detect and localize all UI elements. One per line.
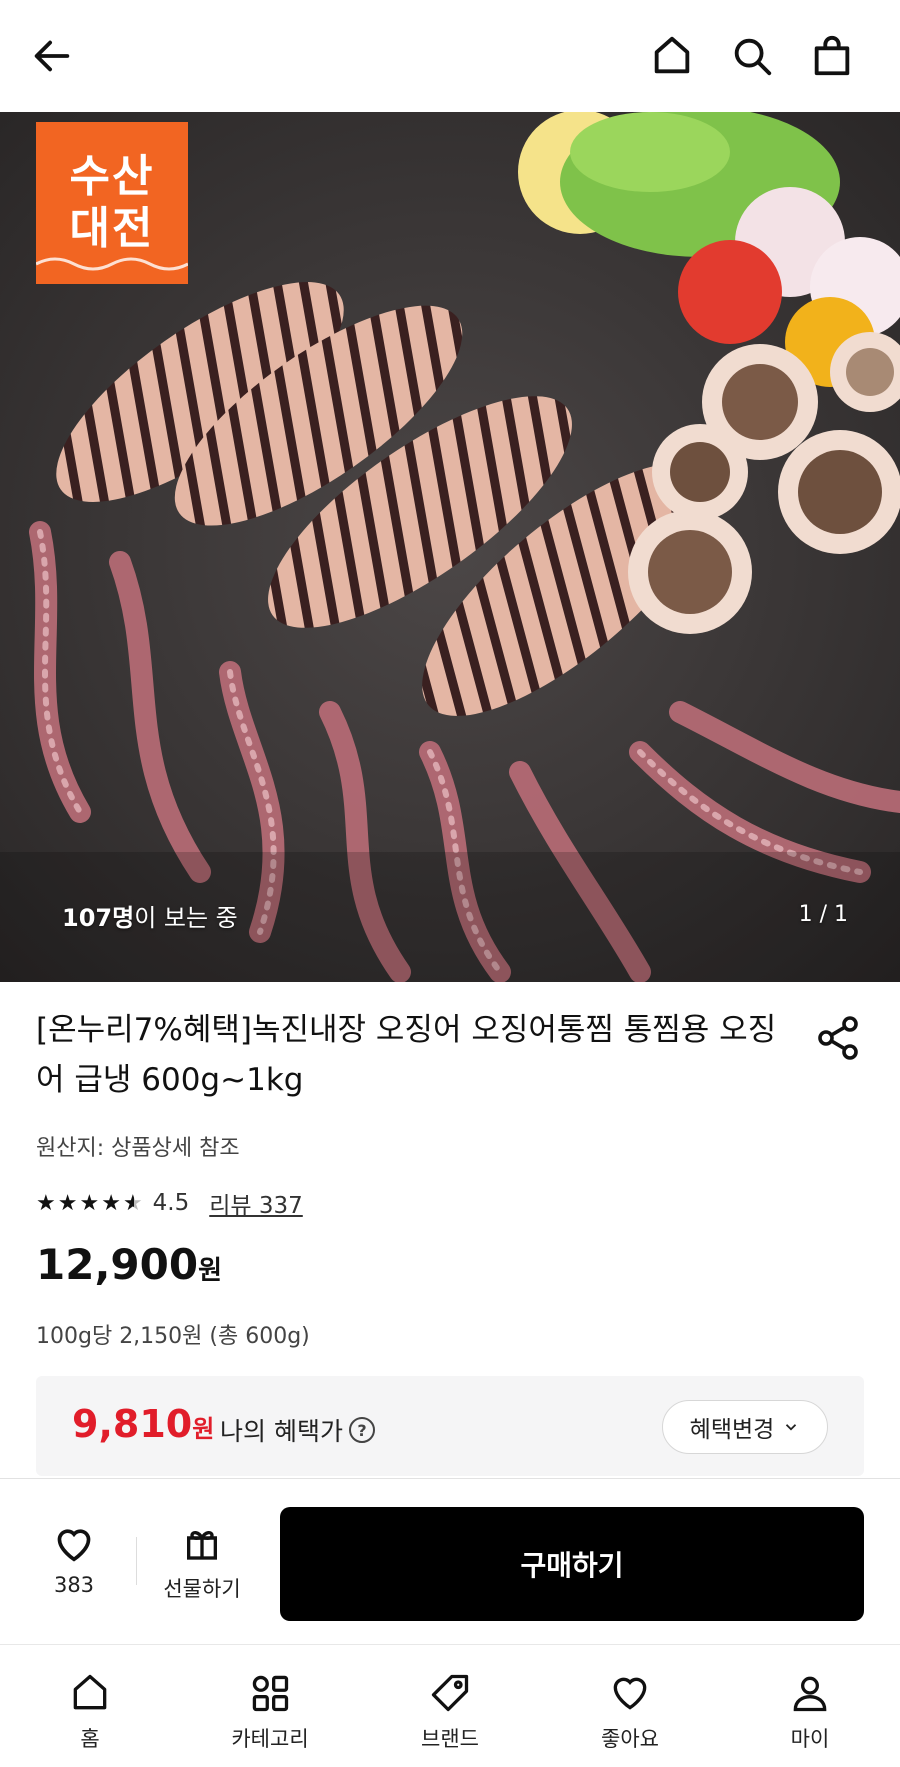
origin-info: 원산지: 상품상세 참조 [36,1136,240,1161]
home-icon [73,1674,107,1710]
gift-label: 선물하기 [163,1577,241,1601]
price-amount: 12,900 [36,1240,199,1289]
question-circle-icon[interactable]: ? [348,1417,375,1443]
half-star-icon: ★ [122,1190,143,1216]
change-benefit-button[interactable]: 혜택변경 [662,1400,828,1454]
benefit-price: 9,810원 [72,1402,214,1446]
like-button[interactable]: 383 [36,1523,112,1597]
star-icon: ★ [57,1190,78,1216]
rating-row: ★ ★ ★ ★ ★ 4.5 리뷰 337 [36,1186,303,1220]
bottom-navigation: 홈 카테고리 브랜드 좋아요 마이 [0,1644,900,1767]
heart-icon [613,1677,647,1710]
viewer-number: 107명 [62,904,135,932]
sale-event-badge: 수산 대전 [36,122,188,284]
home-icon[interactable] [644,28,700,84]
purchase-action-bar: 383 선물하기 구매하기 [0,1478,900,1644]
nav-item-my[interactable]: 마이 [720,1645,900,1767]
star-icon: ★ [36,1190,56,1216]
viewer-suffix: 이 보는 중 [134,904,238,932]
nav-item-likes[interactable]: 좋아요 [540,1645,720,1767]
star-icon: ★ [101,1190,121,1216]
nav-item-category[interactable]: 카테고리 [180,1645,360,1767]
benefit-currency: 원 [192,1415,215,1443]
user-icon [793,1676,827,1712]
like-count: 383 [53,1573,95,1597]
unit-price: 100g당 2,150원 (총 600g) [36,1324,310,1349]
change-benefit-label: 혜택변경 [689,1417,775,1443]
benefit-amount: 9,810 [72,1402,193,1446]
heart-icon [57,1529,91,1562]
shopping-bag-icon[interactable] [804,28,860,84]
price-currency: 원 [198,1256,222,1286]
live-viewer-count: 107명이 보는 중 [62,898,238,933]
nav-item-brand[interactable]: 브랜드 [360,1645,540,1767]
share-icon[interactable] [814,1014,862,1062]
benefit-label-group: 나의 혜택가 ? [220,1412,375,1448]
review-link[interactable]: 리뷰 337 [209,1186,303,1220]
gift-icon [187,1531,217,1560]
star-rating: ★ ★ ★ ★ ★ [36,1191,143,1216]
product-title: [온누리7%혜택]녹진내장 오징어 오징어통찜 통찜용 오징어 급냉 600g~… [36,1012,777,1098]
nav-label: 홈 [80,1727,100,1751]
nav-label: 마이 [790,1727,830,1751]
product-image[interactable]: 수산 대전 107명이 보는 중 1 / 1 [0,112,900,982]
search-icon[interactable] [724,28,780,84]
rating-value: 4.5 [152,1190,190,1216]
nav-label: 카테고리 [231,1727,309,1751]
tag-icon [431,1674,469,1712]
nav-label: 좋아요 [601,1727,659,1751]
buy-button[interactable]: 구매하기 [280,1507,864,1621]
star-icon: ★ [79,1190,100,1216]
divider [136,1537,137,1585]
benefit-label: 나의 혜택가 [220,1417,343,1446]
benefit-price-box: 9,810원 나의 혜택가 ? 혜택변경 [36,1376,864,1476]
wave-decoration-icon [36,257,188,271]
gift-button[interactable]: 선물하기 [152,1523,252,1603]
nav-label: 브랜드 [421,1727,479,1751]
top-app-bar [0,0,900,112]
back-icon[interactable] [24,28,80,84]
badge-line-1: 수산 [69,151,155,202]
badge-line-2: 대전 [69,203,155,254]
chevron-down-icon [786,1424,797,1431]
product-price: 12,900원 [36,1240,222,1289]
nav-item-home[interactable]: 홈 [0,1645,180,1767]
category-grid-icon [252,1675,289,1712]
image-pager: 1 / 1 [798,902,848,927]
